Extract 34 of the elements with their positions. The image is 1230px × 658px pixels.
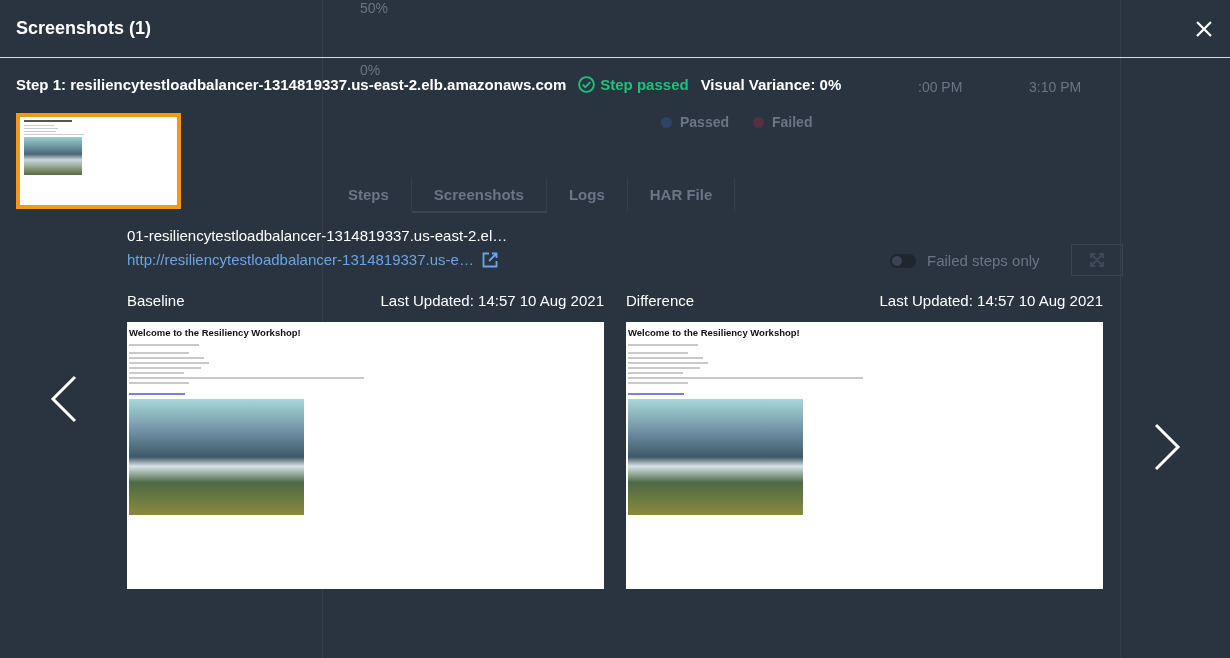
close-button[interactable] <box>1194 18 1214 39</box>
tab[interactable]: Screenshots <box>411 178 547 213</box>
check-circle-icon <box>578 76 596 93</box>
axis-tick-label: :00 PM <box>918 79 963 95</box>
legend-label: Failed <box>772 114 813 130</box>
last-updated-text: Last Updated: 14:57 10 Aug 2021 <box>380 291 604 309</box>
tab[interactable]: Logs <box>546 178 628 213</box>
step-title: Step 1: resiliencytestloadbalancer-1314819337.us-east-2.elb.amazonaws.com <box>16 76 567 93</box>
close-icon <box>1196 20 1212 37</box>
step-status: Step passed <box>600 76 689 93</box>
url-link[interactable]: http://resiliencytestloadbalancer-1314819337.us-e… <box>127 251 474 268</box>
page-link-drawing <box>628 393 684 395</box>
chevron-left-icon <box>49 375 78 423</box>
axis-tick-label: 0% <box>360 62 381 78</box>
file-name: 01-resiliencytestloadbalancer-1314819337.us-east-2.el… <box>127 227 509 244</box>
legend-label: Passed <box>680 114 730 130</box>
preview-label: Baseline <box>127 291 185 309</box>
page-heading: Welcome to the Resiliency Workshop! <box>129 327 302 338</box>
modal-title: Screenshots (1) <box>16 18 152 39</box>
screenshot-thumbnail[interactable] <box>16 113 181 209</box>
axis-tick-label: 50% <box>360 0 389 16</box>
expand-icon <box>1090 253 1104 267</box>
toggle-switch[interactable] <box>890 253 916 268</box>
page-heading: Welcome to the Resiliency Workshop! <box>628 327 801 338</box>
tab[interactable]: HAR File <box>627 178 736 213</box>
preview-label: Difference <box>626 291 695 309</box>
toggle-label: Failed steps only <box>927 252 1040 269</box>
chevron-right-icon <box>1152 423 1181 471</box>
external-link-icon[interactable] <box>481 251 498 268</box>
last-updated-text: Last Updated: 14:57 10 Aug 2021 <box>879 291 1103 309</box>
visual-variance: Visual Variance: 0% <box>700 76 842 93</box>
axis-tick-label: 3:10 PM <box>1029 79 1082 95</box>
page-link-drawing <box>129 393 185 395</box>
tab[interactable]: Steps <box>326 178 412 213</box>
